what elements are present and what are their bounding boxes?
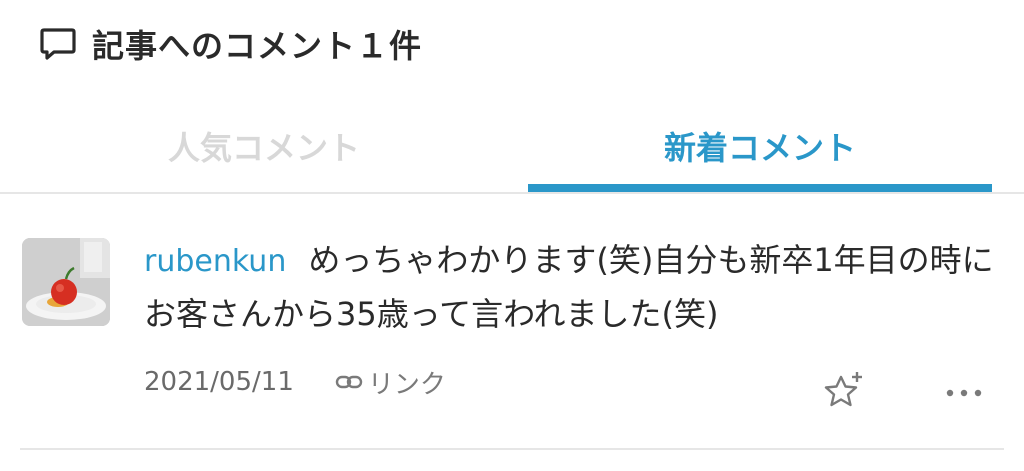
active-tab-indicator: [528, 184, 992, 192]
comment-date: 2021/05/11: [144, 367, 294, 397]
comment-item: rubenkun めっちゃわかります(笑)自分も新卒1年目の時にお客さんから35歳…: [0, 194, 1024, 448]
tab-popular-comments[interactable]: 人気コメント: [0, 100, 528, 192]
add-star-button[interactable]: [822, 370, 866, 414]
avatar[interactable]: [22, 238, 110, 326]
page-title: 記事へのコメント１件: [92, 27, 423, 65]
comment-divider: [20, 448, 1004, 450]
tab-popular-label: 人気コメント: [167, 129, 360, 167]
tab-latest-label: 新着コメント: [663, 129, 856, 167]
comment-username[interactable]: rubenkun: [144, 244, 286, 279]
comment-body: rubenkun めっちゃわかります(笑)自分も新卒1年目の時にお客さんから35歳…: [144, 234, 994, 340]
tab-latest-comments[interactable]: 新着コメント: [528, 100, 992, 192]
comments-header: 記事へのコメント１件: [36, 22, 422, 66]
comment-meta: 2021/05/11 リンク: [144, 362, 446, 402]
comment-permalink[interactable]: リンク: [334, 364, 446, 401]
comment-tabs: 人気コメント 新着コメント: [0, 100, 1024, 194]
add-star-icon: [823, 369, 865, 415]
more-options-button[interactable]: [942, 374, 986, 410]
link-icon: [334, 367, 364, 397]
link-label: リンク: [367, 369, 446, 400]
comment-icon: [36, 22, 80, 66]
more-icon: [944, 383, 984, 402]
